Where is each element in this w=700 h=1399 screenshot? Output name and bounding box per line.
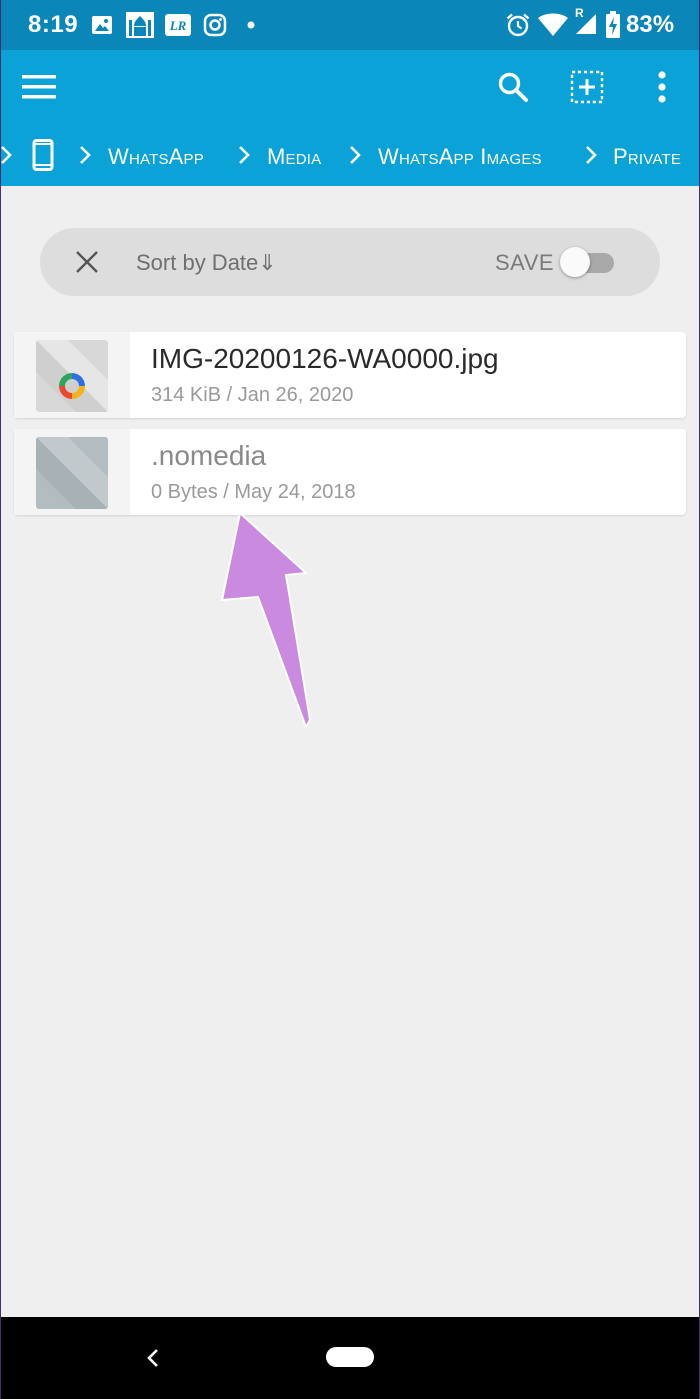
save-toggle[interactable] (560, 246, 616, 278)
chevron-right-icon (0, 144, 12, 171)
image-file-icon (36, 340, 108, 412)
file-list-item[interactable]: .nomedia 0 Bytes / May 24, 2018 (14, 429, 686, 515)
file-name: IMG-20200126-WA0000.jpg (151, 343, 499, 374)
generic-file-icon (36, 437, 108, 509)
breadcrumb-item-whatsapp[interactable]: WhatsApp (108, 144, 204, 170)
chevron-right-icon (238, 144, 250, 171)
annotation-arrow (200, 505, 320, 740)
file-name: .nomedia (151, 440, 267, 471)
sort-bar: Sort by Date⇓ SAVE (40, 228, 660, 296)
chevron-right-icon (585, 144, 597, 171)
file-meta: 314 KiB / Jan 26, 2020 (151, 384, 354, 406)
menu-icon (22, 75, 56, 99)
file-thumbnail-cell (14, 332, 130, 418)
search-icon (498, 72, 528, 102)
save-label: SAVE (495, 250, 555, 275)
file-list-item[interactable]: IMG-20200126-WA0000.jpg 314 KiB / Jan 26… (14, 332, 686, 418)
breadcrumb: WhatsApp Media WhatsApp Images Private (0, 132, 700, 180)
back-icon (147, 1349, 158, 1367)
toggle-thumb (560, 247, 590, 277)
chevron-right-icon (349, 144, 361, 171)
menu-button[interactable] (20, 70, 58, 104)
select-add-icon (570, 70, 604, 104)
search-button[interactable] (494, 68, 532, 106)
select-add-button[interactable] (568, 68, 606, 106)
breadcrumb-item-media[interactable]: Media (267, 144, 321, 170)
close-icon (76, 251, 98, 273)
back-button[interactable] (138, 1341, 168, 1375)
navigation-bar (0, 1317, 700, 1399)
more-vert-icon (658, 71, 666, 103)
breadcrumb-item-private[interactable]: Private (613, 144, 681, 170)
more-options-button[interactable] (650, 68, 674, 106)
phone-storage-icon[interactable] (32, 139, 54, 176)
file-thumbnail-cell (14, 429, 130, 515)
file-meta: 0 Bytes / May 24, 2018 (151, 481, 356, 503)
chevron-right-icon (79, 144, 91, 171)
sort-by-label[interactable]: Sort by Date⇓ (136, 250, 277, 276)
breadcrumb-item-whatsapp-images[interactable]: WhatsApp Images (378, 144, 542, 170)
screenshot-frame (0, 0, 700, 1399)
app-bar: WhatsApp Media WhatsApp Images Private (0, 0, 700, 186)
home-pill[interactable] (326, 1347, 374, 1367)
close-sort-button[interactable] (70, 245, 104, 279)
